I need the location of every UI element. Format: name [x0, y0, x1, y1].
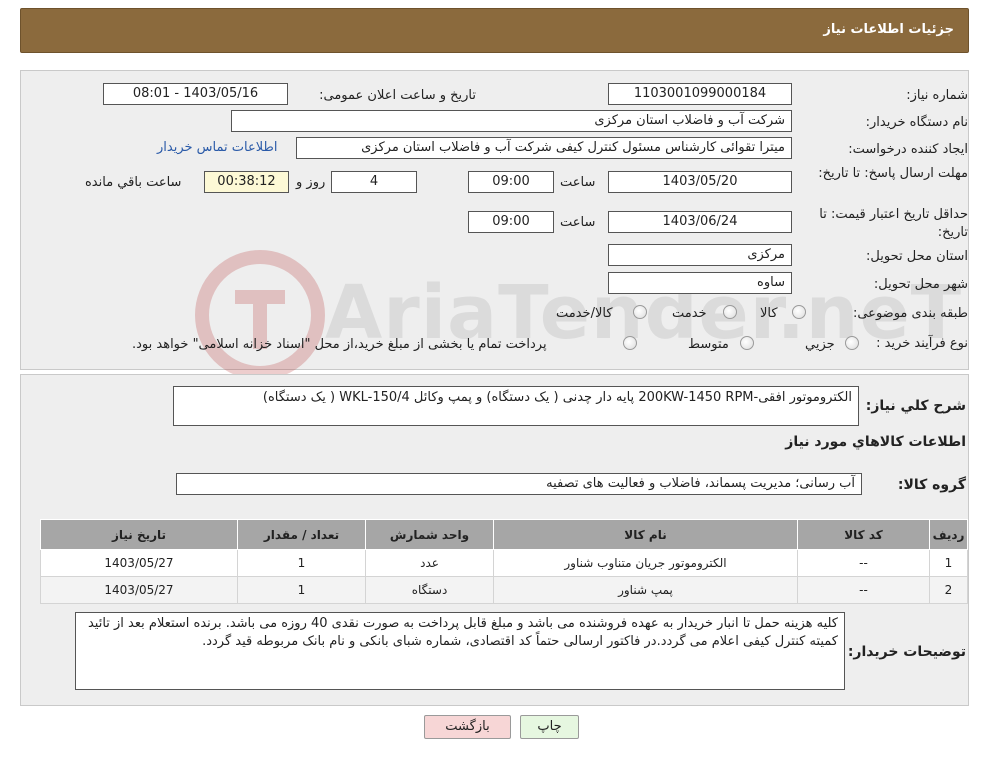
- page-title: جزئیات اطلاعات نیاز: [823, 22, 954, 37]
- cell-name: پمپ شناور: [493, 576, 798, 604]
- process-label: نوع فرآیند خرید :: [876, 336, 968, 351]
- category-option-goods: کالا: [760, 306, 778, 321]
- cell-date: 1403/05/27: [40, 576, 238, 604]
- category-radio-service[interactable]: [723, 305, 737, 319]
- cell-row: 1: [929, 549, 968, 577]
- cell-code: --: [797, 549, 930, 577]
- price-time-field: 09:00: [468, 211, 554, 233]
- cell-name: الکتروموتور جریان متناوب شناور: [493, 549, 798, 577]
- reply-date-field: 1403/05/20: [608, 171, 792, 193]
- cell-code: --: [797, 576, 930, 604]
- cell-unit: عدد: [365, 549, 494, 577]
- col-qty: تعداد / مقدار: [237, 519, 366, 550]
- print-button[interactable]: چاپ: [520, 715, 579, 739]
- buyer-notes-field: کلیه هزینه حمل تا انبار خریدار به عهده ف…: [75, 612, 845, 690]
- category-option-service: خدمت: [672, 306, 707, 321]
- reply-time-field: 09:00: [468, 171, 554, 193]
- goods-info-title: اطلاعات كالاهاي مورد نياز: [785, 434, 966, 450]
- category-radio-goods[interactable]: [792, 305, 806, 319]
- col-date: تاريخ نياز: [40, 519, 238, 550]
- category-option-goods-service: کالا/خدمت: [556, 306, 613, 321]
- table-row: 1 -- الکتروموتور جریان متناوب شناور عدد …: [40, 549, 968, 577]
- days-field: 4: [331, 171, 417, 193]
- process-option-minor: جزيي: [805, 337, 835, 352]
- goods-group-field: آب رسانی؛ مدیریت پسماند، فاضلاب و فعالیت…: [176, 473, 862, 495]
- announce-field: 1403/05/16 - 08:01: [103, 83, 288, 105]
- cell-qty: 1: [237, 549, 366, 577]
- price-validity-label: حداقل تاریخ اعتبار قیمت: تا تاریخ:: [819, 207, 968, 240]
- col-unit: واحد شمارش: [365, 519, 494, 550]
- cell-row: 2: [929, 576, 968, 604]
- province-field: مرکزی: [608, 244, 792, 266]
- category-radio-goods-service[interactable]: [633, 305, 647, 319]
- table-row: 2 -- پمپ شناور دستگاه 1 1403/05/27: [40, 576, 968, 604]
- process-note: پرداخت تمام یا بخشی از مبلغ خرید،از محل …: [132, 337, 547, 352]
- price-date-field: 1403/06/24: [608, 211, 792, 233]
- goods-group-label: گروه كالا:: [897, 477, 966, 493]
- reply-deadline-label: مهلت ارسال پاسخ: تا تاریخ:: [818, 166, 968, 181]
- buyer-org-field: شرکت آب و فاضلاب استان مرکزی: [231, 110, 792, 132]
- table-header-row: رديف كد كالا نام كالا واحد شمارش تعداد /…: [40, 519, 968, 550]
- goods-table: رديف كد كالا نام كالا واحد شمارش تعداد /…: [40, 519, 968, 604]
- need-number-field: 1103001099000184: [608, 83, 792, 105]
- back-button[interactable]: بازگشت: [424, 715, 511, 739]
- city-label: شهر محل تحویل:: [873, 277, 968, 292]
- buyer-org-label: نام دستگاه خریدار:: [865, 115, 968, 130]
- contact-buyer-link[interactable]: اطلاعات تماس خریدار: [157, 140, 277, 155]
- process-radio-treasury[interactable]: [623, 336, 637, 350]
- need-number-label: شماره نیاز:: [906, 88, 968, 103]
- category-label: طبقه بندی موضوعی:: [852, 306, 968, 321]
- process-option-medium: متوسط: [688, 337, 729, 352]
- creator-label: ایجاد کننده درخواست:: [848, 142, 968, 157]
- page-header: جزئیات اطلاعات نیاز: [20, 8, 969, 53]
- city-field: ساوه: [608, 272, 792, 294]
- province-label: استان محل تحویل:: [866, 249, 968, 264]
- cell-unit: دستگاه: [365, 576, 494, 604]
- col-row: رديف: [929, 519, 968, 550]
- days-label: روز و: [296, 175, 326, 190]
- process-radio-minor[interactable]: [845, 336, 859, 350]
- remaining-time-field: 00:38:12: [204, 171, 289, 193]
- creator-field: میترا تقوائی کارشناس مسئول کنترل کیفی شر…: [296, 137, 792, 159]
- col-name: نام كالا: [493, 519, 798, 550]
- cell-date: 1403/05/27: [40, 549, 238, 577]
- announce-label: تاریخ و ساعت اعلان عمومی:: [319, 88, 476, 103]
- buyer-notes-label: توضيحات خريدار:: [847, 644, 966, 660]
- description-field: الکتروموتور افقی-200KW-1450 RPM پایه دار…: [173, 386, 859, 426]
- cell-qty: 1: [237, 576, 366, 604]
- col-code: كد كالا: [797, 519, 930, 550]
- reply-time-label: ساعت: [560, 175, 596, 190]
- description-label: شرح كلي نياز:: [865, 398, 966, 414]
- process-radio-medium[interactable]: [740, 336, 754, 350]
- remaining-label: ساعت باقي مانده: [85, 175, 182, 190]
- price-time-label: ساعت: [560, 215, 596, 230]
